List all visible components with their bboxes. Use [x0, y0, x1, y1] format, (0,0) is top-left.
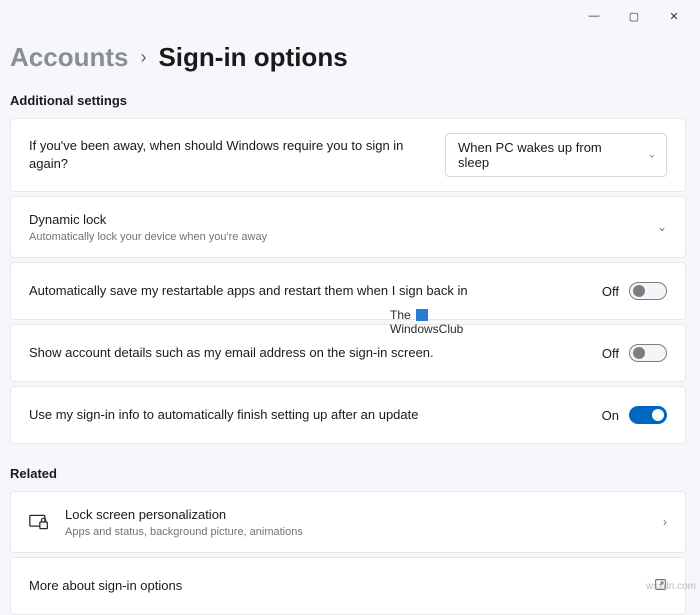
restart-apps-toggle[interactable]: [629, 282, 667, 300]
window-titlebar: — ▢ ✕: [0, 0, 700, 32]
lock-screen-icon: [29, 513, 49, 531]
close-button[interactable]: ✕: [654, 1, 694, 31]
toggle-state-label: Off: [602, 346, 619, 361]
dropdown-value: When PC wakes up from sleep: [458, 140, 602, 170]
setting-label: Automatically save my restartable apps a…: [29, 282, 468, 300]
setting-restart-apps: Automatically save my restartable apps a…: [10, 262, 686, 320]
setting-title: Dynamic lock: [29, 211, 267, 229]
setting-title: Lock screen personalization: [65, 506, 303, 524]
chevron-down-icon: ⌄: [648, 150, 656, 161]
chevron-right-icon: ›: [663, 515, 667, 529]
setting-require-signin: If you've been away, when should Windows…: [10, 118, 686, 192]
section-heading-related: Related: [10, 466, 686, 481]
auto-finish-toggle[interactable]: [629, 406, 667, 424]
setting-label: Use my sign-in info to automatically fin…: [29, 406, 419, 424]
setting-dynamic-lock[interactable]: Dynamic lock Automatically lock your dev…: [10, 196, 686, 258]
breadcrumb: Accounts › Sign-in options: [10, 42, 686, 73]
require-signin-dropdown[interactable]: When PC wakes up from sleep ⌄: [445, 133, 667, 177]
setting-label: If you've been away, when should Windows…: [29, 137, 445, 173]
breadcrumb-parent[interactable]: Accounts: [10, 42, 128, 73]
chevron-right-icon: ›: [140, 47, 146, 68]
section-heading-additional: Additional settings: [10, 93, 686, 108]
setting-subtitle: Apps and status, background picture, ani…: [65, 526, 303, 538]
page-title: Sign-in options: [158, 42, 347, 73]
related-more-about[interactable]: More about sign-in options: [10, 557, 686, 615]
minimize-button[interactable]: —: [574, 1, 614, 31]
setting-show-account-details: Show account details such as my email ad…: [10, 324, 686, 382]
setting-label: More about sign-in options: [29, 577, 182, 595]
maximize-button[interactable]: ▢: [614, 1, 654, 31]
setting-label: Show account details such as my email ad…: [29, 344, 434, 362]
setting-subtitle: Automatically lock your device when you'…: [29, 231, 267, 243]
page-content: Accounts › Sign-in options Additional se…: [0, 32, 700, 615]
source-attribution: wsxdn.com: [646, 581, 696, 592]
show-account-toggle[interactable]: [629, 344, 667, 362]
related-lock-screen[interactable]: Lock screen personalization Apps and sta…: [10, 491, 686, 553]
chevron-down-icon: ⌄: [657, 220, 667, 234]
toggle-state-label: Off: [602, 284, 619, 299]
setting-auto-finish-setup: Use my sign-in info to automatically fin…: [10, 386, 686, 444]
toggle-state-label: On: [602, 408, 619, 423]
